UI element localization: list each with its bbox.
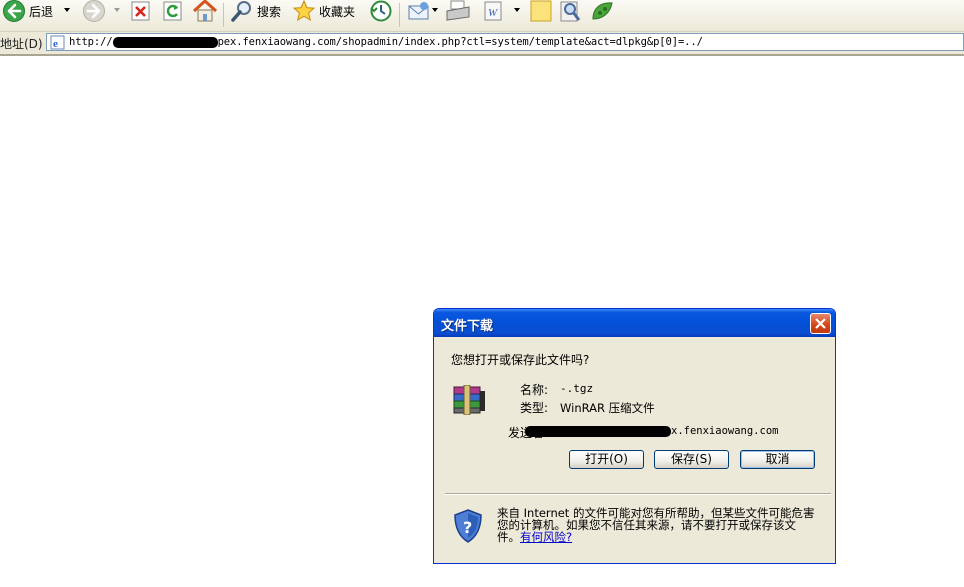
type-label: 类型:	[520, 401, 549, 415]
file-download-dialog: 文件下载 您想打开或保存此文件吗? 名称: -.tgz 类型: WinRAR 压…	[433, 308, 836, 564]
ie-page-icon: e	[50, 35, 65, 50]
address-input[interactable]: e http:// pex.fenxiaowang.com/shopadmin/i…	[46, 33, 964, 51]
favorites-button[interactable]: 收藏夹	[292, 0, 355, 22]
winrar-archive-icon	[453, 385, 485, 415]
from-value-suffix: x.fenxiaowang.com	[671, 425, 779, 437]
favorites-star-icon	[292, 0, 316, 22]
printer-icon	[446, 0, 470, 21]
home-button[interactable]	[192, 0, 218, 22]
forward-arrow-icon	[83, 0, 105, 22]
edit-button[interactable]: W	[482, 0, 504, 22]
dialog-close-button[interactable]	[810, 313, 831, 334]
risk-link[interactable]: 有何风险?	[520, 530, 572, 544]
address-url-prefix: http://	[69, 36, 113, 48]
research-button[interactable]	[558, 0, 584, 22]
open-button[interactable]: 打开(O)	[569, 450, 644, 469]
name-label: 名称:	[520, 383, 549, 397]
refresh-icon	[163, 1, 182, 21]
messenger-icon	[592, 2, 613, 20]
svg-text:e: e	[53, 38, 58, 50]
security-shield-icon: ?	[454, 509, 482, 543]
close-icon	[815, 318, 826, 329]
search-label: 搜索	[257, 4, 282, 19]
refresh-button[interactable]	[163, 0, 183, 22]
svg-text:W: W	[488, 7, 498, 19]
history-button[interactable]	[368, 0, 394, 22]
mail-dropdown-arrow-icon[interactable]	[432, 8, 438, 12]
dialog-title: 文件下载	[441, 319, 494, 334]
home-icon	[192, 0, 218, 22]
security-warning: 来自 Internet 的文件可能对您有所帮助，但某些文件可能危害您的计算机。如…	[497, 507, 817, 543]
type-value: WinRAR 压缩文件	[560, 401, 655, 415]
messenger-button[interactable]	[590, 0, 616, 22]
favorites-label: 收藏夹	[319, 4, 356, 19]
from-value: x.fenxiaowang.com	[525, 425, 778, 437]
back-dropdown-arrow-icon[interactable]	[64, 8, 70, 12]
address-url: http:// pex.fenxiaowang.com/shopadmin/ind…	[69, 36, 703, 48]
back-button[interactable]: 后退	[2, 0, 53, 22]
dialog-question: 您想打开或保存此文件吗?	[451, 353, 590, 367]
search-button[interactable]: 搜索	[230, 0, 281, 22]
cancel-button[interactable]: 取消	[740, 450, 815, 469]
save-button[interactable]: 保存(S)	[654, 450, 729, 469]
back-label: 后退	[29, 4, 54, 19]
svg-text:?: ?	[463, 518, 472, 537]
search-magnifier-icon	[231, 1, 251, 22]
dialog-titlebar[interactable]: 文件下载	[434, 309, 835, 337]
name-value: -.tgz	[560, 382, 594, 395]
edit-dropdown-arrow-icon[interactable]	[514, 8, 520, 12]
forward-dropdown-arrow-icon[interactable]	[114, 8, 120, 12]
research-icon	[560, 1, 581, 22]
dialog-divider	[445, 493, 831, 495]
stop-button[interactable]	[131, 0, 151, 22]
note-folder-icon	[530, 0, 552, 22]
word-document-icon: W	[484, 1, 502, 21]
stop-icon	[131, 1, 150, 21]
mail-envelope-icon	[408, 2, 429, 20]
address-redaction	[112, 36, 218, 48]
forward-button[interactable]	[82, 0, 106, 22]
address-url-suffix: pex.fenxiaowang.com/shopadmin/index.php?…	[217, 36, 703, 48]
back-arrow-icon	[3, 0, 25, 22]
print-button[interactable]	[445, 0, 471, 22]
discuss-button[interactable]	[529, 0, 553, 22]
history-icon	[370, 0, 392, 22]
address-bar: 地址(D) e http:// pex.fenxiaowang.com/shopa…	[0, 32, 964, 56]
mail-button[interactable]	[407, 0, 431, 22]
browser-toolbar: 后退 搜索 收藏夹 W	[0, 0, 964, 32]
address-label: 地址(D)	[0, 37, 43, 51]
dialog-body: 您想打开或保存此文件吗? 名称: -.tgz 类型: WinRAR 压缩文件 发…	[437, 337, 832, 562]
from-redaction	[525, 425, 671, 437]
